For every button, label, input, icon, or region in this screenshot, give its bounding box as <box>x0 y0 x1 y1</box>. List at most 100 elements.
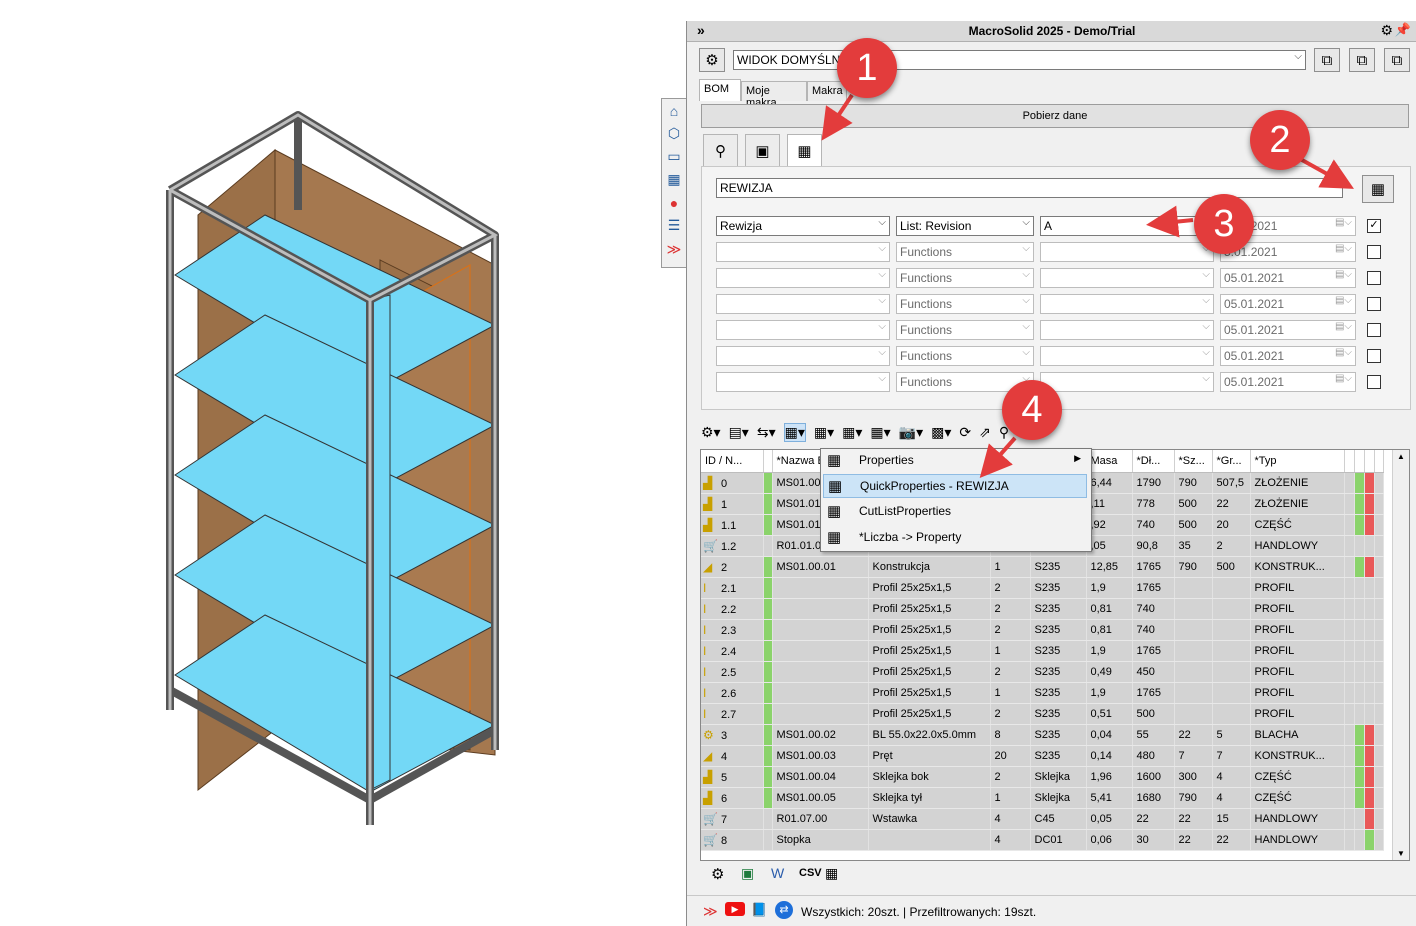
filter-enable-checkbox[interactable] <box>1367 349 1381 363</box>
filter-value-combo[interactable]: ⌵ <box>1040 242 1214 262</box>
filter-enable-checkbox[interactable]: ✓ <box>1367 219 1381 233</box>
teamviewer-icon[interactable]: ⇄ <box>775 901 793 919</box>
table-row[interactable]: 🛒 7 R01.07.00 Wstawka 4 C45 0,05 22 22 15 HANDLOWY <box>701 808 1384 830</box>
filter-function-combo[interactable]: Functions ⌵ <box>896 320 1034 340</box>
filter-value-combo[interactable]: A⌵ <box>1040 216 1214 236</box>
menu-item-cutlistproperties[interactable]: ▦ CutListProperties <box>823 500 1087 524</box>
filter-property-combo[interactable]: ⌵ <box>716 268 890 288</box>
filter-date-picker[interactable]: 05.01.2021 ▤⌵ <box>1220 294 1356 314</box>
filter-property-combo[interactable]: ⌵ <box>716 372 890 392</box>
view-action-2-button[interactable]: ⧉ <box>1349 48 1375 72</box>
list-icon[interactable]: ☰ <box>663 215 685 236</box>
filter-date-picker[interactable]: 05.01.2021 ▤⌵ <box>1220 372 1356 392</box>
macrosolid-icon[interactable]: ≫ <box>703 903 718 920</box>
pin-icon[interactable]: 📌 <box>1395 22 1411 38</box>
filter-property-combo[interactable]: ⌵ <box>716 294 890 314</box>
tab-filter[interactable]: ⚲ <box>703 134 738 166</box>
filter-property-combo[interactable]: ⌵ <box>716 242 890 262</box>
filter-function-combo[interactable]: Functions ⌵ <box>896 242 1034 262</box>
scroll-down-icon[interactable]: ▼ <box>1397 849 1405 858</box>
col-type[interactable]: *Typ <box>1250 450 1345 473</box>
tab-export[interactable]: ▣ <box>745 134 780 166</box>
tab-bom[interactable]: BOM <box>699 79 741 101</box>
macrosolid-icon[interactable]: ≫ <box>663 239 685 260</box>
tab-moje-makra[interactable]: Moje makra <box>741 81 807 109</box>
table-row[interactable]: ▟ 5 MS01.00.04 Sklejka bok 2 Sklejka 1,96 1600 3… <box>701 766 1384 788</box>
filter-function-combo[interactable]: Functions ⌵ <box>896 294 1034 314</box>
tab-quick-properties[interactable]: ▦ <box>787 134 822 166</box>
filter-enable-checkbox[interactable] <box>1367 323 1381 337</box>
view-combo[interactable]: WIDOK DOMYŚLNY ⌵ <box>733 50 1306 70</box>
word-export-icon[interactable]: W <box>771 865 784 881</box>
gear-icon[interactable]: ⚙ <box>1380 22 1393 39</box>
filter-date-picker[interactable]: 05.01.2021 ▤⌵ <box>1220 268 1356 288</box>
menu-item-quickproperties[interactable]: ▦ QuickProperties - REWIZJA <box>823 474 1087 498</box>
table-row[interactable]: ⚙ 3 MS01.00.02 BL 55.0x22.0x5.0mm 8 S235 0,04 5… <box>701 724 1384 746</box>
youtube-icon[interactable]: ▶ <box>725 902 745 916</box>
settings-button[interactable]: ⚙ <box>699 48 725 72</box>
col-width[interactable]: *Sz... <box>1174 450 1213 473</box>
camera-icon[interactable]: 📷▾ <box>899 424 923 441</box>
col-thickness[interactable]: *Gr... <box>1212 450 1251 473</box>
col-status-1[interactable] <box>1344 450 1355 473</box>
filter-date-picker[interactable]: 05.01.2021 ▤⌵ <box>1220 346 1356 366</box>
properties-icon[interactable]: ▦ <box>663 169 685 190</box>
view-action-3-button[interactable]: ⧉ <box>1384 48 1410 72</box>
col-flag[interactable] <box>763 450 773 473</box>
columns-icon[interactable]: ▤▾ <box>729 424 749 441</box>
filter-value-combo[interactable]: ⌵ <box>1040 372 1214 392</box>
folder-icon[interactable]: ▭ <box>663 146 685 167</box>
qr-code-icon[interactable]: ▩▾ <box>931 424 951 441</box>
filter-value-combo[interactable]: ⌵ <box>1040 268 1214 288</box>
filter-enable-checkbox[interactable] <box>1367 297 1381 311</box>
custom-properties-icon[interactable]: ▦▾ <box>842 424 862 441</box>
filter-property-combo[interactable]: Rewizja ⌵ <box>716 216 890 236</box>
gear-icon[interactable]: ⚙ <box>711 865 724 883</box>
table-row[interactable]: I 2.3 Profil 25x25x1,5 2 S235 0,81 740 PROFIL <box>701 619 1384 641</box>
appearance-icon[interactable]: ● <box>663 192 685 213</box>
col-mass[interactable]: Masa <box>1086 450 1133 473</box>
table-export-icon[interactable]: ▦ <box>825 865 838 882</box>
menu-item-number-property[interactable]: ▦ *Liczba -> Property <box>823 526 1087 550</box>
tree-icon[interactable]: ⇆▾ <box>757 424 776 441</box>
configurations-icon[interactable]: ▦▾ <box>814 424 834 441</box>
col-id[interactable]: ID / N... <box>701 450 764 473</box>
table-row[interactable]: I 2.6 Profil 25x25x1,5 1 S235 1,9 1765 PROFIL <box>701 682 1384 704</box>
table-row[interactable]: I 2.4 Profil 25x25x1,5 1 S235 1,9 1765 PROFIL <box>701 640 1384 662</box>
properties-menu-icon[interactable]: ▦▾ <box>783 422 806 442</box>
gear-icon[interactable]: ⚙▾ <box>701 424 721 441</box>
vertical-scrollbar[interactable]: ▲ ▼ <box>1392 450 1409 860</box>
table-row[interactable]: ◢ 2 MS01.00.01 Konstrukcja 1 S235 12,85 1765 790… <box>701 556 1384 578</box>
table-row[interactable]: I 2.1 Profil 25x25x1,5 2 S235 1,9 1765 PROFIL <box>701 577 1384 599</box>
table-row[interactable]: ▟ 6 MS01.00.05 Sklejka tył 1 Sklejka 5,41 1680 7… <box>701 787 1384 809</box>
col-status-2[interactable] <box>1354 450 1365 473</box>
home-icon[interactable]: ⌂ <box>663 100 685 121</box>
csv-export-button[interactable]: CSV <box>799 867 822 879</box>
apply-properties-button[interactable]: ▦ <box>1362 175 1394 203</box>
filter-function-combo[interactable]: Functions ⌵ <box>896 346 1034 366</box>
filter-date-picker[interactable]: 05.01.2021 ▤⌵ <box>1220 320 1356 340</box>
filter-value-combo[interactable]: ⌵ <box>1040 294 1214 314</box>
excel-export-icon[interactable]: ▣ <box>741 865 754 882</box>
filter-function-combo[interactable]: List: Revision ⌵ <box>896 216 1034 236</box>
filter-enable-checkbox[interactable] <box>1367 375 1381 389</box>
filter-enable-checkbox[interactable] <box>1367 271 1381 285</box>
table-row[interactable]: I 2.7 Profil 25x25x1,5 2 S235 0,51 500 PROFIL <box>701 703 1384 725</box>
filter-value-combo[interactable]: ⌵ <box>1040 346 1214 366</box>
filter-property-combo[interactable]: ⌵ <box>716 346 890 366</box>
view-action-1-button[interactable]: ⧉ <box>1314 48 1340 72</box>
table-row[interactable]: I 2.2 Profil 25x25x1,5 2 S235 0,81 740 PROFIL <box>701 598 1384 620</box>
col-length[interactable]: *Dł... <box>1132 450 1175 473</box>
property-set-combo[interactable]: REWIZJA ⌵ <box>716 178 1343 198</box>
cube-icon[interactable]: ⬡ <box>663 123 685 144</box>
table-row[interactable]: 🛒 8 Stopka 4 DC01 0,06 30 22 22 HANDLOWY <box>701 829 1384 851</box>
menu-item-properties[interactable]: ▦ Properties ▶ <box>823 449 1087 473</box>
filter-function-combo[interactable]: Functions ⌵ <box>896 268 1034 288</box>
scroll-up-icon[interactable]: ▲ <box>1397 452 1405 461</box>
col-status-3[interactable] <box>1364 450 1375 473</box>
help-book-icon[interactable]: 📘 <box>751 902 767 918</box>
filter-enable-checkbox[interactable] <box>1367 245 1381 259</box>
drawings-icon[interactable]: ▦▾ <box>870 424 890 441</box>
table-row[interactable]: ◢ 4 MS01.00.03 Pręt 20 S235 0,14 480 7 7 KONSTRUK.… <box>701 745 1384 767</box>
filter-value-combo[interactable]: ⌵ <box>1040 320 1214 340</box>
